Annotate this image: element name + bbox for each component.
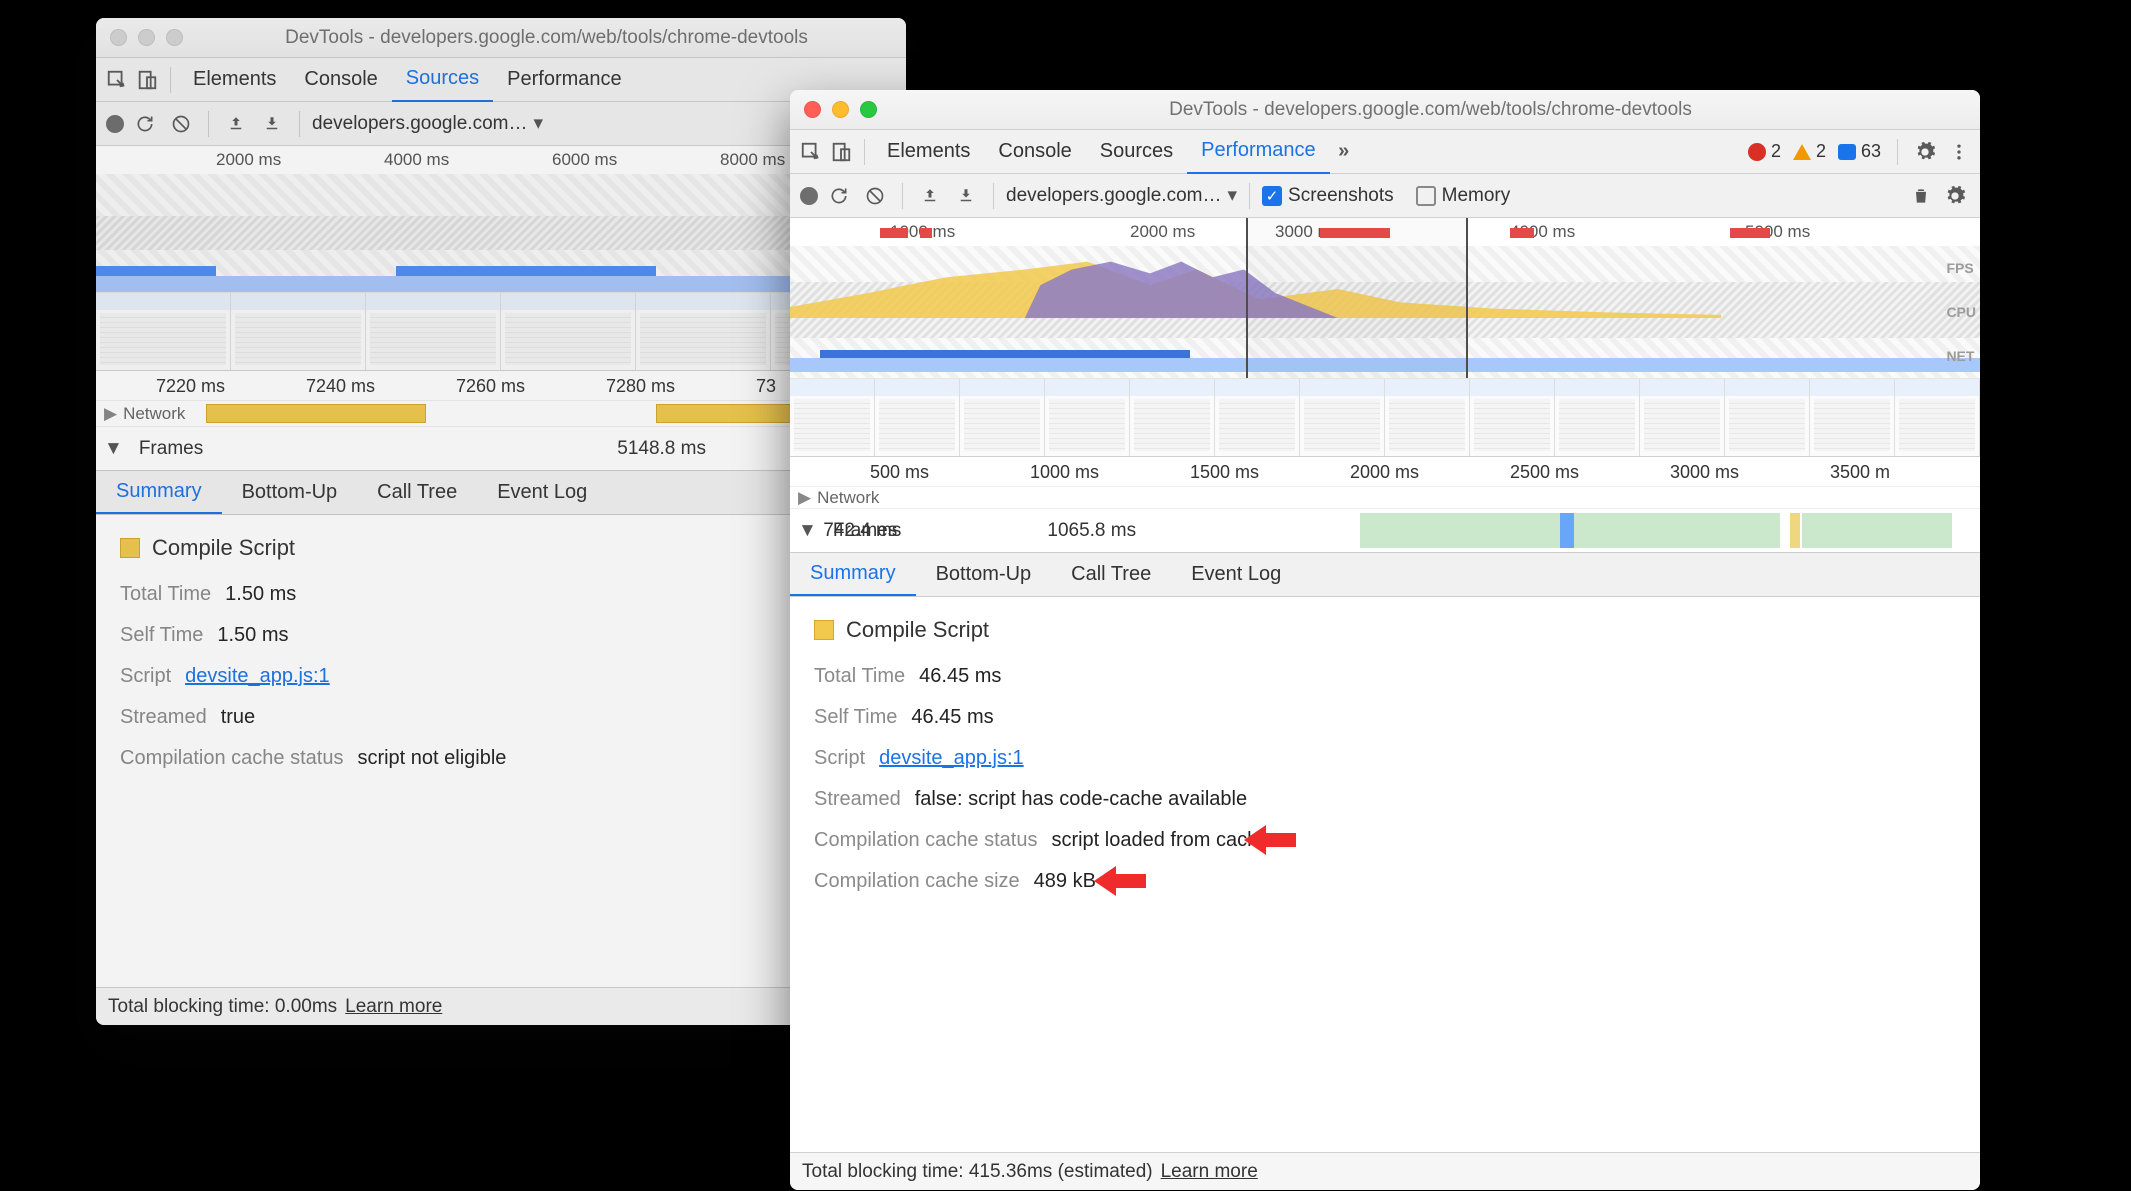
learn-more-link[interactable]: Learn more	[1161, 1161, 1258, 1183]
time-ruler-main[interactable]: 500 ms 1000 ms 1500 ms 2000 ms 2500 ms 3…	[790, 457, 1980, 487]
download-icon[interactable]	[257, 109, 287, 139]
tab-elements[interactable]: Elements	[873, 130, 984, 174]
collapse-icon[interactable]: ▼	[798, 520, 817, 542]
reload-icon[interactable]	[130, 109, 160, 139]
record-button[interactable]	[800, 187, 818, 205]
screenshots-label: Screenshots	[1288, 185, 1394, 207]
perf-toolbar: developers.google.com… ▾	[96, 102, 906, 146]
close-icon[interactable]	[804, 101, 821, 118]
details-tabs: Summary Bottom-Up Call Tree Event Log	[790, 553, 1980, 597]
kebab-icon[interactable]	[1944, 137, 1974, 167]
tab-bottom-up[interactable]: Bottom-Up	[916, 553, 1052, 596]
overview-metric-labels: FPS CPU NET	[1946, 246, 1976, 378]
screenshots-checkbox[interactable]: ✓	[1262, 186, 1282, 206]
settings-icon[interactable]	[1940, 181, 1970, 211]
titlebar[interactable]: DevTools - developers.google.com/web/too…	[96, 18, 906, 58]
tab-sources[interactable]: Sources	[392, 58, 493, 102]
memory-label: Memory	[1442, 185, 1511, 207]
network-row[interactable]: ▶ Network	[96, 401, 906, 427]
tab-sources[interactable]: Sources	[1086, 130, 1187, 174]
tab-event-log[interactable]: Event Log	[1171, 553, 1301, 596]
script-link[interactable]: devsite_app.js:1	[879, 747, 1024, 770]
tab-call-tree[interactable]: Call Tree	[1051, 553, 1171, 596]
time-ruler-main[interactable]: 7220 ms 7240 ms 7260 ms 7280 ms 73	[96, 371, 906, 401]
window-controls	[110, 29, 183, 46]
device-toggle-icon[interactable]	[132, 65, 162, 95]
titlebar[interactable]: DevTools - developers.google.com/web/too…	[790, 90, 1980, 130]
minimize-icon[interactable]	[832, 101, 849, 118]
record-button[interactable]	[106, 115, 124, 133]
clear-icon[interactable]	[166, 109, 196, 139]
close-icon[interactable]	[110, 29, 127, 46]
settings-icon[interactable]	[1910, 137, 1940, 167]
window-title: DevTools - developers.google.com/web/too…	[201, 27, 892, 49]
script-link[interactable]: devsite_app.js:1	[185, 665, 330, 688]
zoom-icon[interactable]	[860, 101, 877, 118]
recording-select[interactable]: developers.google.com…	[312, 113, 527, 135]
panel-tabbar: Elements Console Sources Performance » 2…	[790, 130, 1980, 174]
messages-badge[interactable]: 63	[1834, 141, 1885, 162]
summary-pane: Compile Script Total Time1.50 ms Self Ti…	[96, 515, 906, 987]
perf-toolbar: developers.google.com… ▾ ✓ Screenshots M…	[790, 174, 1980, 218]
learn-more-link[interactable]: Learn more	[345, 996, 442, 1018]
footer: Total blocking time: 415.36ms (estimated…	[790, 1152, 1980, 1190]
annotation-arrow-icon	[1094, 864, 1146, 898]
inspect-icon[interactable]	[102, 65, 132, 95]
dropdown-icon[interactable]: ▾	[1227, 184, 1237, 207]
summary-title: Compile Script	[120, 535, 882, 561]
upload-icon[interactable]	[915, 181, 945, 211]
upload-icon[interactable]	[221, 109, 251, 139]
frames-row[interactable]: ▼ Frames 5148.8 ms	[96, 427, 906, 471]
dropdown-icon[interactable]: ▾	[533, 112, 543, 135]
footer: Total blocking time: 0.00ms Learn more	[96, 987, 906, 1025]
devtools-window-right: DevTools - developers.google.com/web/too…	[790, 90, 1980, 1190]
event-color-chip	[814, 620, 834, 640]
tab-summary[interactable]: Summary	[790, 553, 916, 596]
panel-tabbar: Elements Console Sources Performance	[96, 58, 906, 102]
filmstrip	[96, 292, 906, 370]
minimize-icon[interactable]	[138, 29, 155, 46]
tab-bottom-up[interactable]: Bottom-Up	[222, 471, 358, 514]
tab-summary[interactable]: Summary	[96, 471, 222, 514]
download-icon[interactable]	[951, 181, 981, 211]
overview-pane[interactable]: 2000 ms 4000 ms 6000 ms 8000 ms	[96, 146, 906, 371]
clear-icon[interactable]	[860, 181, 890, 211]
device-toggle-icon[interactable]	[826, 137, 856, 167]
inspect-icon[interactable]	[796, 137, 826, 167]
tab-call-tree[interactable]: Call Tree	[357, 471, 477, 514]
network-row[interactable]: ▶ Network	[790, 487, 1980, 509]
trash-icon[interactable]	[1906, 181, 1936, 211]
annotation-arrow-icon	[1244, 823, 1296, 857]
window-controls	[804, 101, 877, 118]
summary-pane: Compile Script Total Time46.45 ms Self T…	[790, 597, 1980, 1152]
tab-console[interactable]: Console	[984, 130, 1085, 174]
devtools-window-left: DevTools - developers.google.com/web/too…	[96, 18, 906, 1025]
overview-pane[interactable]: 1000 ms 2000 ms 3000 ms 4000 ms 5000 ms …	[790, 218, 1980, 457]
filmstrip	[790, 378, 1980, 456]
recording-select[interactable]: developers.google.com…	[1006, 185, 1221, 207]
tab-event-log[interactable]: Event Log	[477, 471, 607, 514]
more-tabs-icon[interactable]: »	[1330, 137, 1360, 167]
zoom-icon[interactable]	[166, 29, 183, 46]
time-ruler-overview: 2000 ms 4000 ms 6000 ms 8000 ms	[96, 146, 906, 174]
collapse-icon[interactable]: ▼	[104, 438, 123, 460]
tab-performance[interactable]: Performance	[493, 58, 636, 102]
memory-checkbox[interactable]	[1416, 186, 1436, 206]
tab-console[interactable]: Console	[290, 58, 391, 102]
reload-icon[interactable]	[824, 181, 854, 211]
event-color-chip	[120, 538, 140, 558]
warnings-badge[interactable]: 2	[1789, 141, 1830, 162]
tab-elements[interactable]: Elements	[179, 58, 290, 102]
window-title: DevTools - developers.google.com/web/too…	[895, 99, 1966, 121]
errors-badge[interactable]: 2	[1744, 141, 1785, 162]
total-blocking-time: Total blocking time: 415.36ms (estimated…	[802, 1161, 1153, 1183]
total-blocking-time: Total blocking time: 0.00ms	[108, 996, 337, 1018]
frames-row[interactable]: ▼ Frames 742.4 ms 1065.8 ms	[790, 509, 1980, 553]
tab-performance[interactable]: Performance	[1187, 130, 1330, 174]
summary-title: Compile Script	[814, 617, 1956, 643]
frame-bars	[1060, 509, 1980, 552]
details-tabs: Summary Bottom-Up Call Tree Event Log	[96, 471, 906, 515]
